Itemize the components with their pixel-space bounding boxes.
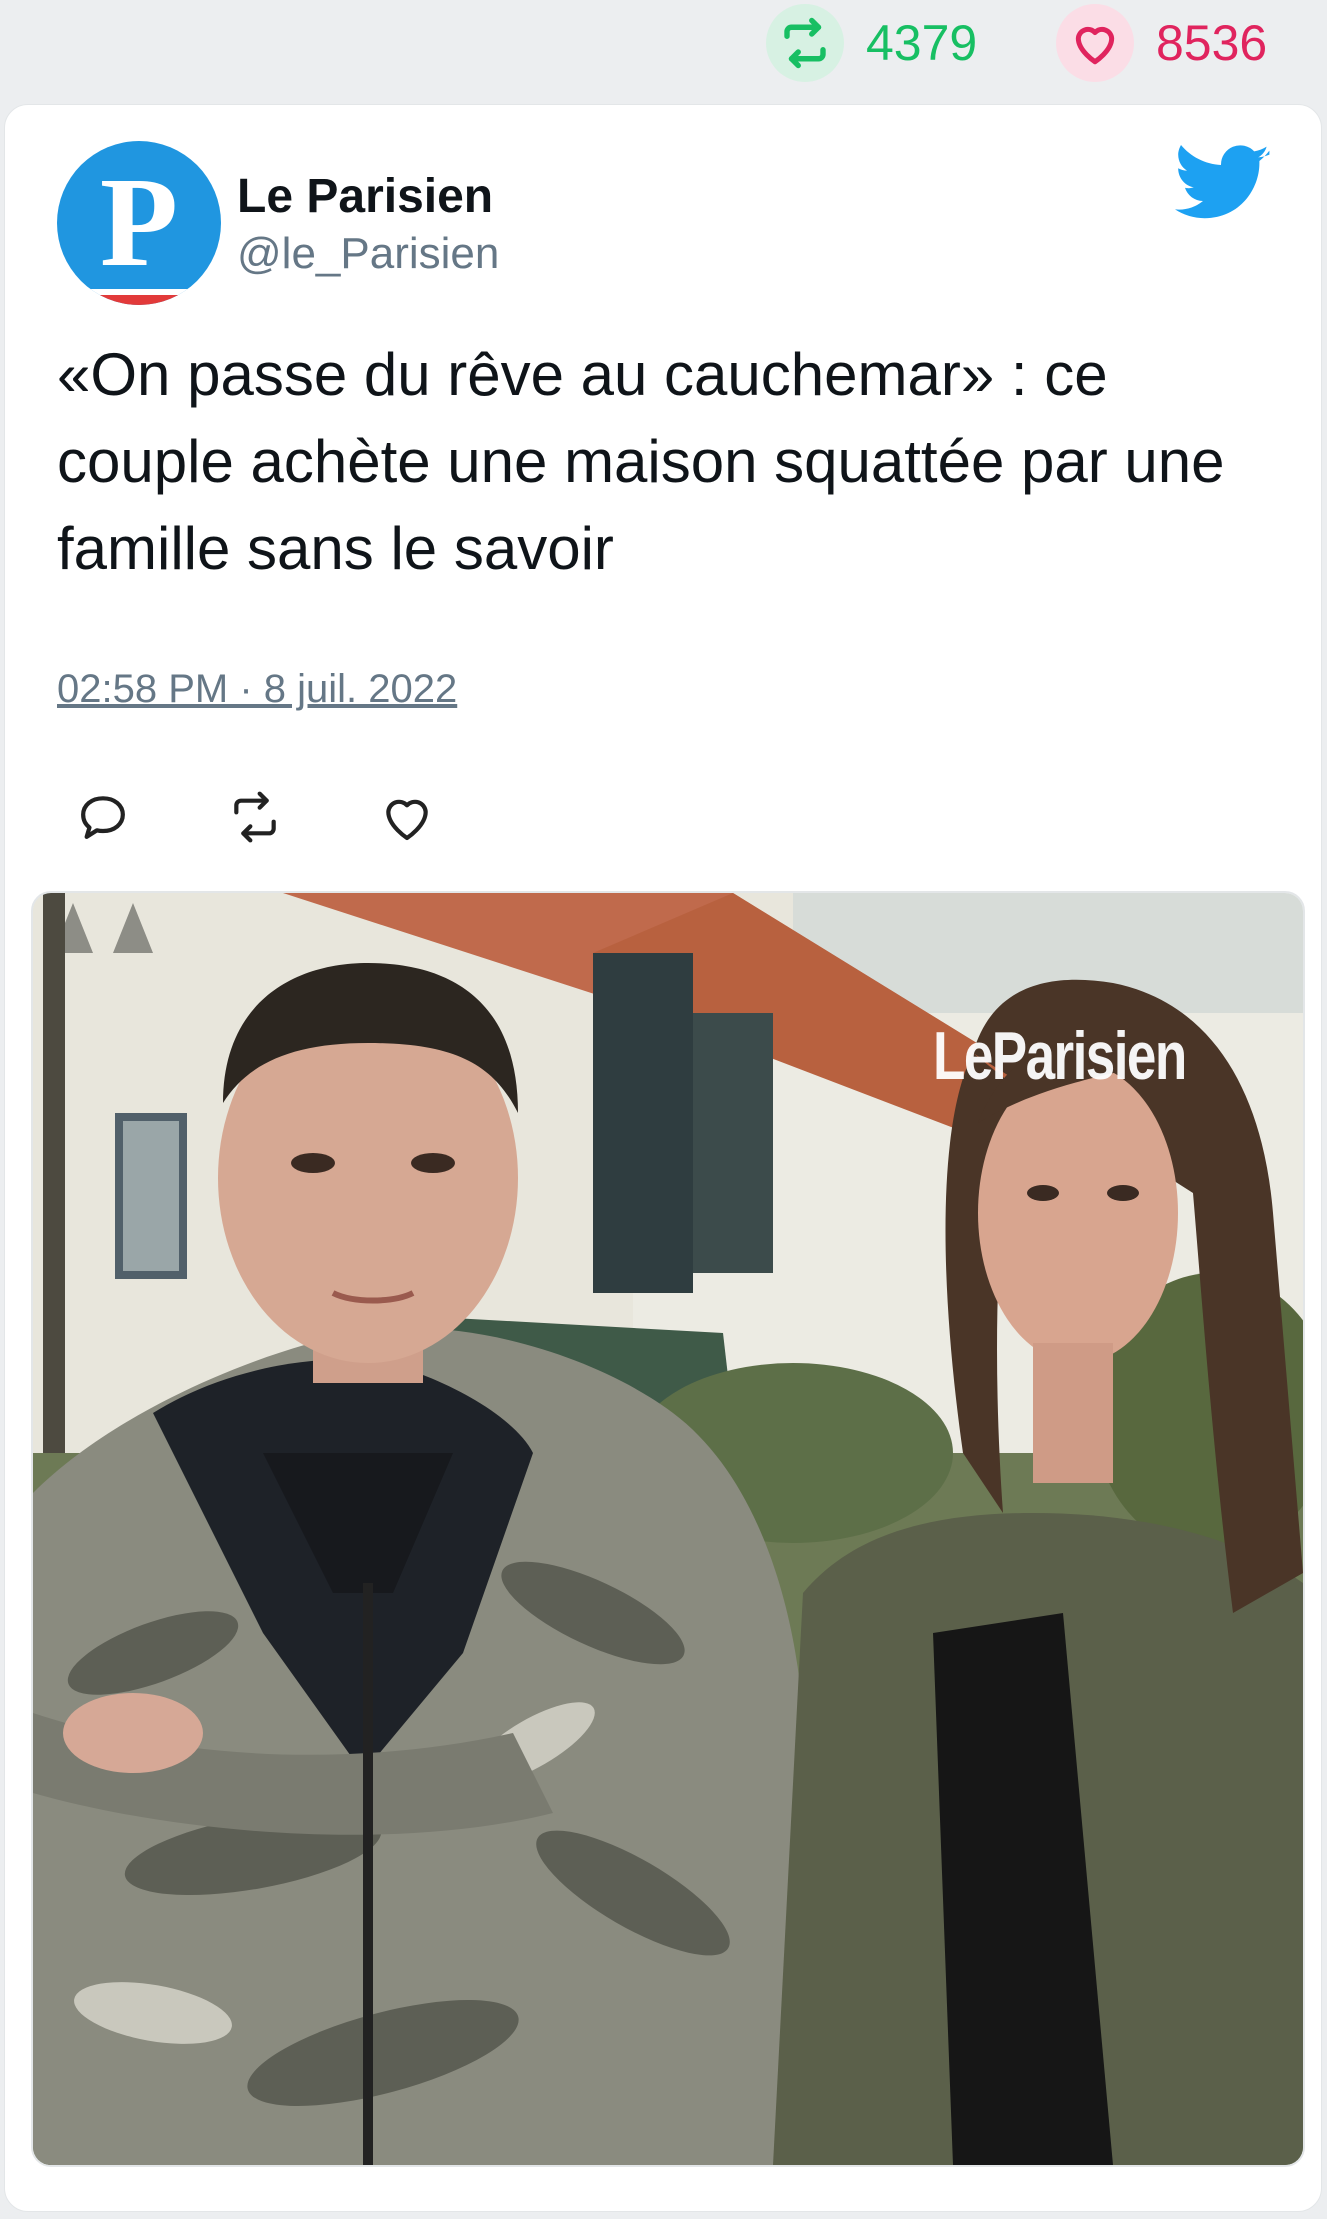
twitter-bird-icon[interactable] [1175, 145, 1271, 225]
author-name[interactable]: Le Parisien [237, 169, 493, 224]
tweet-card: P Le Parisien @le_Parisien «On passe du … [4, 104, 1322, 2212]
retweet-icon [766, 4, 844, 82]
media-watermark: LeParisien [933, 1018, 1187, 1094]
like-action-icon[interactable] [379, 789, 435, 845]
tweet-timestamp[interactable]: 02:58 PM · 8 juil. 2022 [57, 667, 457, 712]
tweet-media-photo[interactable]: LeParisien [31, 891, 1305, 2167]
like-count[interactable]: 8536 [1056, 0, 1267, 86]
retweet-count[interactable]: 4379 [766, 0, 977, 86]
author-handle[interactable]: @le_Parisien [237, 229, 499, 279]
reply-icon[interactable] [75, 789, 131, 845]
tweet-stats-bar: 4379 8536 [0, 0, 1327, 100]
retweet-count-value: 4379 [866, 15, 978, 71]
like-count-value: 8536 [1156, 15, 1268, 71]
svg-text:P: P [100, 151, 178, 293]
heart-icon [1056, 4, 1134, 82]
retweet-action-icon[interactable] [227, 789, 283, 845]
avatar[interactable]: P [57, 141, 221, 305]
le-parisien-logo-icon: P [100, 151, 178, 293]
tweet-text: «On passe du rêve au cauchemar» : ce cou… [57, 341, 1225, 582]
